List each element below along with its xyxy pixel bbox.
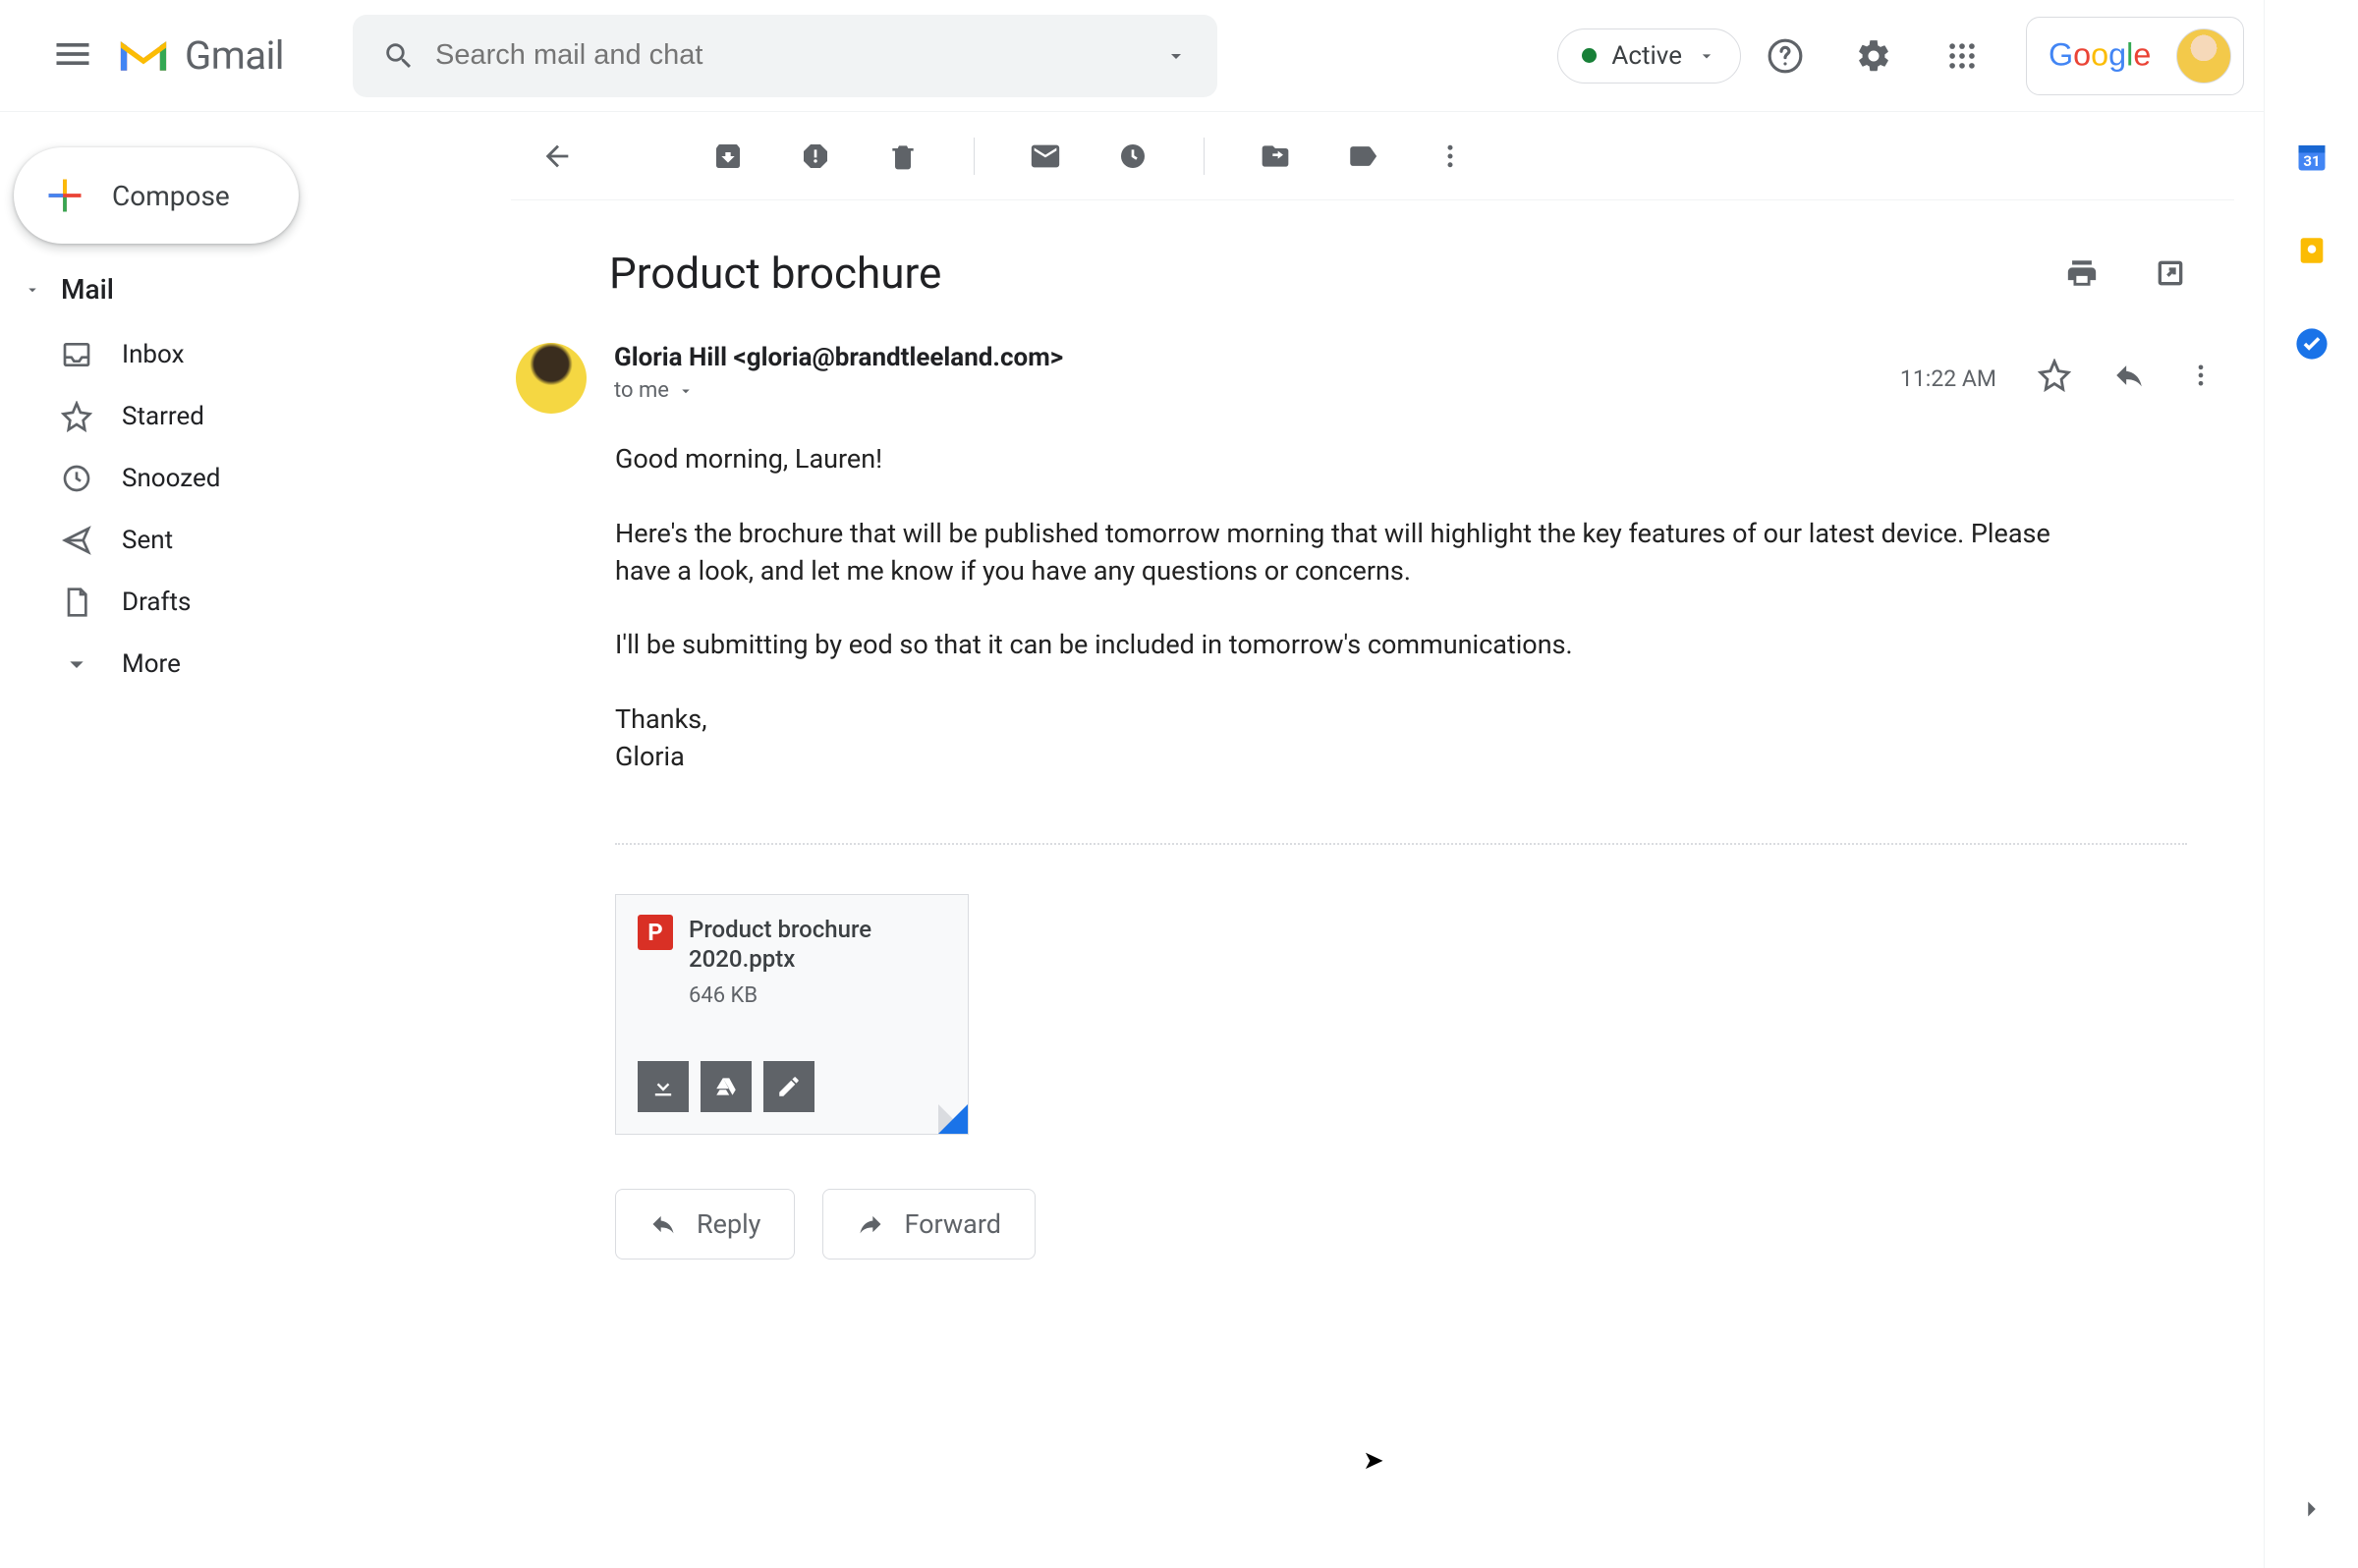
toolbar-divider	[974, 138, 975, 175]
email-toolbar	[511, 112, 2234, 200]
print-button[interactable]	[2062, 253, 2102, 293]
recipient-line[interactable]: to me	[614, 378, 1900, 403]
chevron-down-icon	[1697, 46, 1716, 66]
chevron-down-icon	[61, 648, 92, 680]
search-options-icon[interactable]	[1164, 44, 1188, 68]
send-icon	[61, 525, 92, 556]
nav-label: Starred	[122, 402, 204, 431]
sidebar-item-more[interactable]: More	[14, 633, 491, 695]
sidebar-item-drafts[interactable]: Drafts	[14, 571, 491, 633]
mouse-cursor-icon: ➤	[1363, 1446, 1384, 1476]
forward-button[interactable]: Forward	[822, 1189, 1036, 1260]
message-timestamp: 11:22 AM	[1900, 365, 1996, 392]
svg-text:31: 31	[2303, 152, 2320, 170]
nav-label: Snoozed	[122, 464, 220, 493]
sender-avatar[interactable]	[516, 343, 587, 414]
save-to-drive-button[interactable]	[701, 1061, 752, 1112]
gmail-logo[interactable]: Gmail	[116, 32, 284, 79]
star-message-button[interactable]	[2038, 359, 2071, 398]
download-attachment-button[interactable]	[638, 1061, 689, 1112]
attachment-card[interactable]: P Product brochure 2020.pptx 646 KB	[615, 894, 969, 1135]
mark-unread-button[interactable]	[1029, 140, 1062, 173]
sidebar-item-starred[interactable]: Starred	[14, 385, 491, 447]
main-menu-icon[interactable]	[51, 32, 98, 80]
search-bar[interactable]	[353, 15, 1217, 97]
search-icon	[382, 39, 416, 73]
sidebar-item-sent[interactable]: Sent	[14, 509, 491, 571]
keep-sidebar-button[interactable]	[2292, 231, 2331, 270]
reply-icon	[649, 1210, 677, 1238]
clock-icon	[61, 463, 92, 494]
show-side-panel-button[interactable]	[2292, 1489, 2331, 1529]
spam-button[interactable]	[799, 140, 832, 173]
help-icon[interactable]	[1766, 36, 1805, 76]
compose-button[interactable]: Compose	[14, 147, 299, 244]
gmail-text: Gmail	[185, 32, 284, 79]
delete-button[interactable]	[886, 140, 920, 173]
compose-label: Compose	[112, 180, 230, 212]
inbox-icon	[61, 339, 92, 370]
status-label: Active	[1611, 41, 1682, 71]
powerpoint-icon: P	[638, 915, 673, 950]
snooze-button[interactable]	[1116, 140, 1150, 173]
svg-text:Google: Google	[2049, 37, 2151, 73]
quoted-separator	[615, 843, 2187, 845]
chevron-down-icon	[24, 281, 41, 299]
reply-icon-button[interactable]	[2112, 359, 2146, 398]
status-dot-icon	[1582, 48, 1597, 63]
mail-section-header[interactable]: Mail	[14, 273, 491, 306]
google-logo: Google	[2049, 37, 2157, 75]
star-icon	[61, 401, 92, 432]
edit-attachment-button[interactable]	[763, 1061, 814, 1112]
sidebar-item-snoozed[interactable]: Snoozed	[14, 447, 491, 509]
settings-icon[interactable]	[1854, 36, 1893, 76]
search-input[interactable]	[435, 39, 1145, 72]
chevron-down-icon	[677, 382, 695, 400]
move-to-button[interactable]	[1259, 140, 1292, 173]
reply-button[interactable]: Reply	[615, 1189, 795, 1260]
tasks-sidebar-button[interactable]	[2292, 324, 2331, 364]
back-button[interactable]	[540, 140, 574, 173]
nav-label: Sent	[122, 526, 173, 555]
email-subject: Product brochure	[609, 248, 2038, 299]
toolbar-divider	[1204, 138, 1205, 175]
file-icon	[61, 587, 92, 618]
nav-label: Inbox	[122, 340, 185, 369]
mail-section-label: Mail	[61, 273, 114, 306]
account-chip[interactable]: Google	[2026, 17, 2244, 95]
nav-label: Drafts	[122, 588, 191, 617]
labels-button[interactable]	[1346, 140, 1379, 173]
archive-button[interactable]	[711, 140, 745, 173]
account-avatar[interactable]	[2176, 28, 2231, 84]
apps-grid-icon[interactable]	[1942, 36, 1982, 76]
email-body: Good morning, Lauren! Here's the brochur…	[511, 423, 2132, 823]
forward-icon	[857, 1210, 884, 1238]
attachment-filename: Product brochure 2020.pptx	[689, 915, 946, 974]
sidebar-item-inbox[interactable]: Inbox	[14, 323, 491, 385]
sender-from: Gloria Hill <gloria@brandtleeland.com>	[614, 343, 1900, 372]
more-button[interactable]	[1433, 140, 1467, 173]
message-more-button[interactable]	[2187, 362, 2215, 395]
calendar-sidebar-button[interactable]: 31	[2292, 138, 2331, 177]
attachment-size: 646 KB	[689, 983, 946, 1008]
plus-icon	[43, 174, 86, 217]
open-new-window-button[interactable]	[2151, 253, 2190, 293]
nav-label: More	[122, 649, 181, 679]
status-chip[interactable]: Active	[1557, 28, 1741, 84]
